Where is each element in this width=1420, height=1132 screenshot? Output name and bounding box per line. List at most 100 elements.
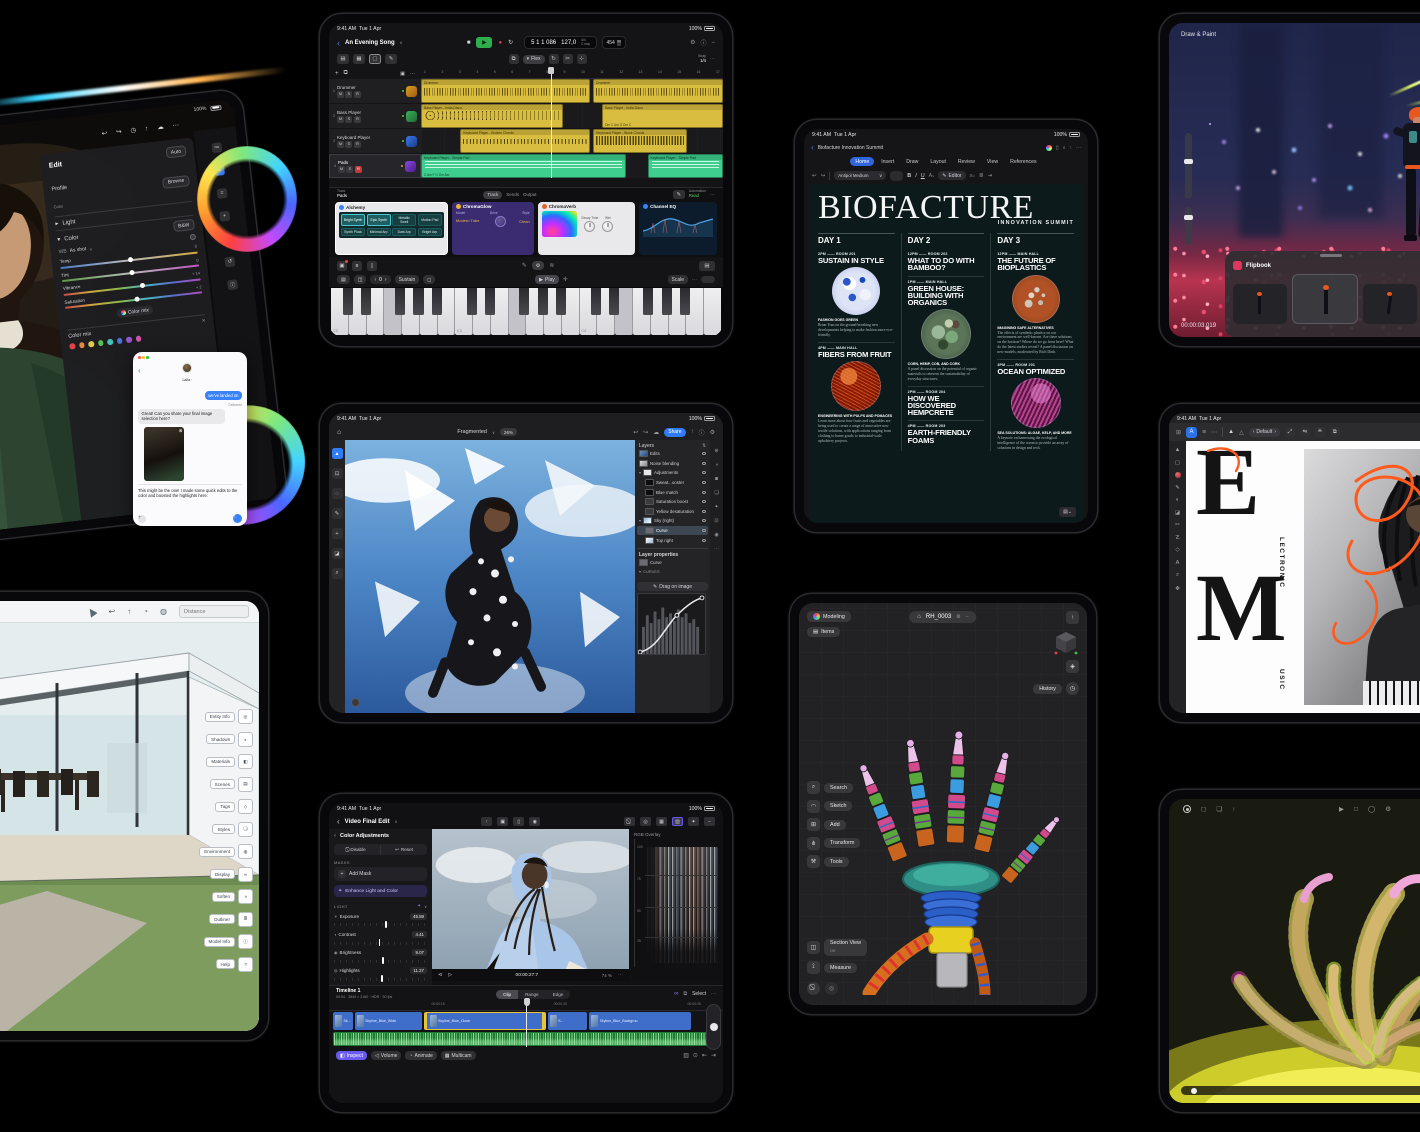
solo-button[interactable]: S	[345, 141, 352, 148]
menu-icon[interactable]: ≡	[1202, 429, 1206, 436]
panel-soften[interactable]: Soften◑	[212, 889, 253, 904]
transform-icon[interactable]: ⤢	[1285, 427, 1295, 437]
preset-cell[interactable]: Dark Arp	[392, 228, 416, 236]
tags-icon[interactable]: ◇	[238, 799, 253, 814]
eraser-tool-icon[interactable]: ◪	[332, 548, 343, 559]
select-mode[interactable]: Select	[692, 991, 706, 997]
region-pads-2[interactable]: Keyboard Player - Simple Pad	[648, 154, 724, 178]
quantize-icon[interactable]: ⊹	[577, 54, 587, 64]
layer-row[interactable]: Blue match	[637, 487, 708, 497]
timeline-clip[interactable]: Skyline_Blue_Wide	[355, 1012, 422, 1030]
materials-icon[interactable]: ◧	[238, 754, 253, 769]
curves-section-label[interactable]: CURVES	[643, 569, 660, 574]
settings-icon[interactable]: ⚙	[956, 614, 960, 620]
preset-cell[interactable]: Minimal Arp	[367, 228, 391, 236]
tab-edge[interactable]: Edge	[546, 990, 571, 999]
back-icon[interactable]: ‹	[337, 38, 340, 48]
brightness-slider[interactable]: ◉Brightness9.07	[334, 949, 427, 963]
stop-icon[interactable]: □	[1354, 806, 1358, 813]
indent-icon[interactable]: ⇥	[988, 173, 993, 179]
connect-icon[interactable]: ∞	[674, 991, 678, 997]
tab-sends[interactable]: Sends	[506, 192, 519, 197]
ps-canvas[interactable]	[345, 440, 635, 713]
piano-keyboard[interactable]: C2 C3 C4	[329, 287, 723, 337]
color-wheel-icon[interactable]	[1046, 145, 1052, 151]
orbit-icon[interactable]: ◔	[143, 607, 148, 616]
track-header-bass[interactable]: 2 Bass PlayerMSR	[329, 104, 421, 128]
keyboard-dismiss-button[interactable]: ▤⌄	[1059, 507, 1076, 517]
add-track-icon[interactable]: +	[335, 71, 339, 77]
visibility-icon[interactable]	[702, 452, 707, 455]
highlights-slider[interactable]: ◍Highlights11.27	[334, 967, 427, 981]
timeline-clip[interactable]: Sk...	[333, 1012, 353, 1030]
share-icon[interactable]: ↑	[1070, 145, 1073, 151]
region-keys-1[interactable]: Keyboard Player - Broken Chords	[460, 129, 590, 153]
solo-button[interactable]: S	[346, 166, 353, 173]
visibility-icon[interactable]	[702, 510, 707, 513]
environment-icon[interactable]: ◍	[238, 844, 253, 859]
info-icon[interactable]: ⓘ	[700, 38, 706, 47]
solo-button[interactable]: S	[345, 91, 352, 98]
green-swatch[interactable]	[97, 340, 103, 346]
minimize-icon[interactable]: −	[711, 40, 715, 46]
loop-icon[interactable]: ◯	[1368, 805, 1375, 813]
mixer-icon[interactable]: ≋	[549, 262, 554, 269]
volume-button[interactable]: ◁Volume	[371, 1051, 402, 1060]
visibility-icon[interactable]	[702, 491, 707, 494]
curves-graph[interactable]	[637, 593, 706, 655]
regions-view-icon[interactable]: ▢	[369, 54, 381, 64]
home-icon[interactable]: ⌂	[337, 429, 341, 436]
keyboard-icon[interactable]: ▤	[699, 261, 715, 271]
piano-key-black[interactable]	[485, 288, 495, 315]
reset-button[interactable]: ↩Reset	[381, 844, 427, 855]
poster-canvas[interactable]: E LECTRONIC M USIC	[1186, 441, 1420, 713]
visibility-icon[interactable]	[702, 462, 707, 465]
compare-icon[interactable]: ◎	[640, 817, 651, 826]
preset-cell[interactable]: Epic Synth	[367, 214, 391, 226]
flipbook-frame[interactable]	[1233, 284, 1287, 324]
export-icon[interactable]: ↑	[1232, 806, 1235, 813]
text-color-icon[interactable]: A∨	[929, 173, 935, 179]
lcd-display[interactable]: 5 1 1 086 127,0 4/4C maj	[524, 36, 596, 49]
cursor-tool-icon[interactable]: ▲	[1175, 447, 1180, 453]
add-mask-button[interactable]: +Add Mask	[334, 867, 427, 881]
region-bass-1[interactable]: Bass Player - India Disco	[421, 104, 563, 128]
piano-key-black[interactable]	[591, 288, 601, 315]
more-icon[interactable]: ⋯	[410, 71, 415, 77]
record-button[interactable]: ●	[498, 40, 502, 46]
undo-icon[interactable]: ↩	[108, 607, 115, 616]
back-icon[interactable]: ‹	[811, 143, 814, 152]
midi-monitor[interactable]: 454	[602, 36, 626, 49]
visibility-icon[interactable]	[702, 481, 707, 484]
tab-range[interactable]: Range	[518, 990, 546, 999]
purple-swatch[interactable]	[126, 337, 132, 343]
piano-key-black[interactable]	[361, 288, 371, 315]
trash-icon[interactable]: ▥	[683, 1052, 689, 1059]
drag-on-image-button[interactable]: ✎Drag on image	[637, 582, 708, 591]
touch-shortcut[interactable]	[351, 698, 360, 707]
close-icon[interactable]: ×	[202, 318, 206, 324]
panel-shadows[interactable]: Shadows◐	[206, 732, 253, 747]
panel-model-info[interactable]: Model Infoⓘ	[204, 934, 253, 949]
record-enable-button[interactable]: R	[354, 116, 361, 123]
track-header-drummer[interactable]: 1 DrummerMSR	[329, 79, 421, 103]
more-icon[interactable]: ⋯	[1076, 145, 1081, 151]
record-enable-button[interactable]: R	[355, 166, 362, 173]
split-left-icon[interactable]: ⇤	[702, 1052, 707, 1059]
tab-home[interactable]: Home	[850, 157, 874, 166]
zoom-tool-icon[interactable]: ⌕	[332, 568, 343, 579]
playhead[interactable]	[551, 68, 552, 178]
arpeggiator-icon[interactable]: ✛	[563, 276, 568, 283]
effects-icon[interactable]: ✦	[688, 817, 699, 826]
add-layer-icon[interactable]: ⊕	[714, 448, 718, 454]
eyedropper-icon[interactable]	[190, 234, 197, 241]
split-keyboard-button[interactable]: ◫	[354, 275, 367, 284]
align-icon[interactable]: ≞	[1315, 427, 1325, 437]
panel-outliner[interactable]: Outliner≣	[209, 912, 253, 927]
comments-icon[interactable]: ❑	[714, 490, 718, 496]
more-icon[interactable]: ⋯	[172, 121, 179, 130]
preset-cell[interactable]: Motion Pad	[418, 214, 442, 226]
timeline-playhead[interactable]	[526, 1002, 527, 1047]
tab-track[interactable]: Track	[483, 191, 502, 199]
scale-button[interactable]: Scale	[668, 275, 689, 284]
